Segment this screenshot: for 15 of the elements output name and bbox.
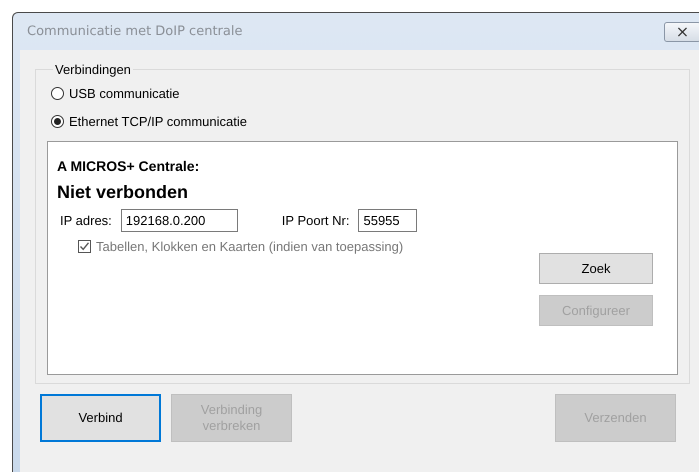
ip-field[interactable]: 192168.0.200 (120, 209, 238, 232)
port-label: IP Poort Nr: (282, 213, 350, 228)
radio-button[interactable] (51, 114, 64, 128)
connection-status: Niet verbonden (57, 182, 190, 203)
dialog-button[interactable]: Verbind (40, 394, 161, 442)
group-title: Verbindingen (54, 62, 132, 77)
port-field[interactable]: 55955 (358, 209, 418, 232)
search-button[interactable]: Zoek (539, 253, 653, 284)
radio-button[interactable] (51, 86, 64, 100)
radio-label[interactable]: USB communicatie (69, 86, 180, 100)
window-title: Communicatie met DoIP centrale (27, 24, 242, 39)
radio-label[interactable]: Ethernet TCP/IP communicatie (69, 114, 247, 128)
close-button[interactable]: × (664, 22, 699, 42)
device-heading: A MICROS+ Centrale: (57, 158, 200, 174)
ip-label: IP adres: (60, 213, 112, 228)
